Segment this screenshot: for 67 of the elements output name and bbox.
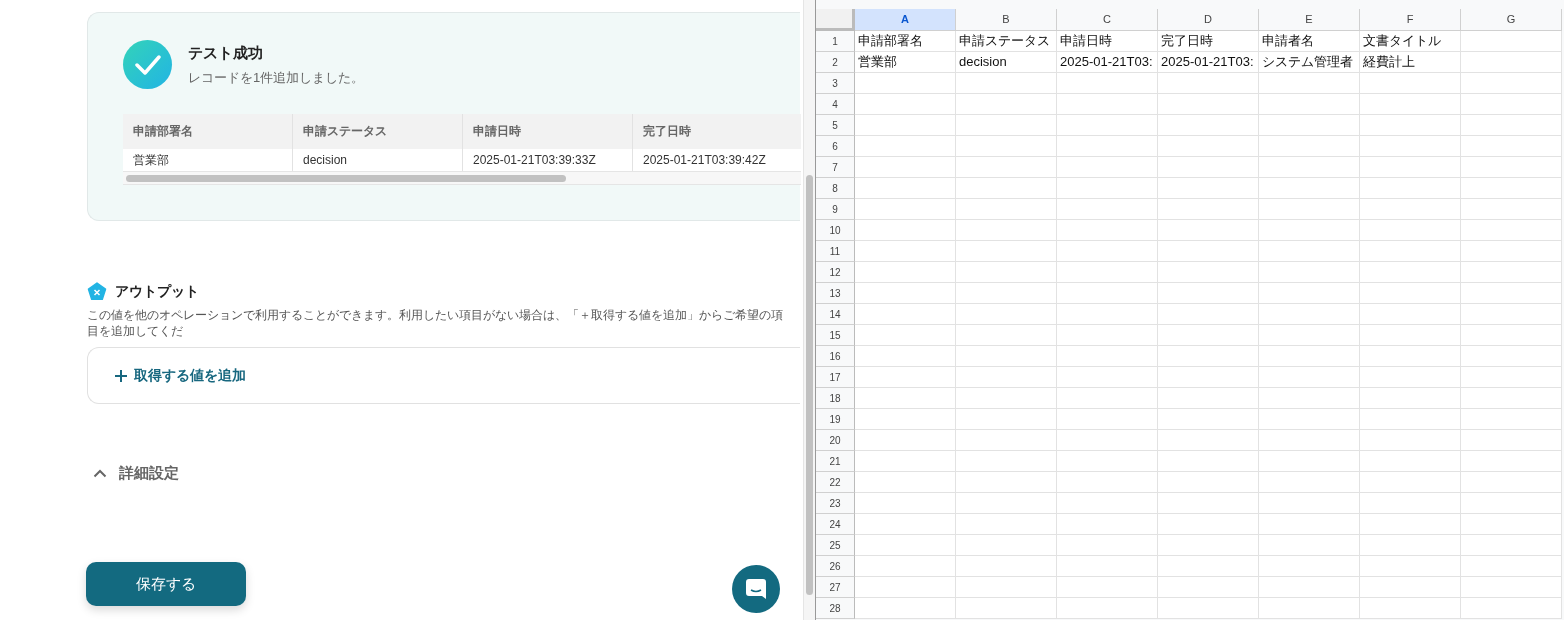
advanced-settings-toggle[interactable]: 詳細設定 <box>87 462 179 485</box>
spreadsheet-cell[interactable]: 申請者名 <box>1259 31 1360 52</box>
row-number[interactable]: 22 <box>816 472 855 493</box>
row-number[interactable]: 4 <box>816 94 855 115</box>
spreadsheet-cell[interactable]: decision <box>956 52 1057 73</box>
chevron-icon <box>93 468 107 478</box>
column-header: 完了日時 <box>633 114 801 149</box>
row-number[interactable]: 7 <box>816 157 855 178</box>
column-header[interactable]: E <box>1259 9 1360 31</box>
row-number[interactable]: 24 <box>816 514 855 535</box>
horizontal-scrollbar[interactable] <box>123 171 801 185</box>
row-number[interactable]: 6 <box>816 136 855 157</box>
row-number[interactable]: 10 <box>816 220 855 241</box>
spreadsheet-cell[interactable]: 経費計上 <box>1360 52 1461 73</box>
row-number[interactable]: 23 <box>816 493 855 514</box>
chat-button[interactable] <box>732 565 780 613</box>
section-title: アウトプット <box>115 282 199 301</box>
spreadsheet-cell[interactable]: 2025-01-21T03: <box>1057 52 1158 73</box>
column-header[interactable]: A <box>855 9 956 31</box>
check-icon <box>123 40 172 89</box>
column-header[interactable]: C <box>1057 9 1158 31</box>
row-number[interactable]: 17 <box>816 367 855 388</box>
row-number[interactable]: 3 <box>816 73 855 94</box>
row-number[interactable]: 15 <box>816 325 855 346</box>
spreadsheet-cell[interactable]: システム管理者 <box>1259 52 1360 73</box>
row-number[interactable]: 9 <box>816 199 855 220</box>
spreadsheet-cell[interactable]: 営業部 <box>855 52 956 73</box>
spreadsheet-cell[interactable]: 申請部署名 <box>855 31 956 52</box>
row-number[interactable]: 27 <box>816 577 855 598</box>
row-number[interactable]: 21 <box>816 451 855 472</box>
row-number[interactable]: 14 <box>816 304 855 325</box>
result-title: テスト成功 <box>188 42 264 63</box>
row-number[interactable]: 19 <box>816 409 855 430</box>
column-header[interactable]: B <box>956 9 1057 31</box>
output-description: この値を他のオペレーションで利用することができます。利用したい項目がない場合は、「＋取得する値を追加」からご希望の項目を追加してくだ <box>87 308 784 340</box>
row-number[interactable]: 16 <box>816 346 855 367</box>
output-icon <box>87 281 107 302</box>
spreadsheet-cell[interactable]: 文書タイトル <box>1360 31 1461 52</box>
spreadsheet-cell[interactable]: 申請ステータス <box>956 31 1057 52</box>
row-number[interactable]: 20 <box>816 430 855 451</box>
save-button[interactable]: 保存する <box>86 562 246 606</box>
row-number[interactable]: 25 <box>816 535 855 556</box>
column-header[interactable]: F <box>1360 9 1461 31</box>
row-number[interactable]: 18 <box>816 388 855 409</box>
column-header: 申請部署名 <box>123 114 293 149</box>
chat-icon <box>745 578 767 600</box>
row-number[interactable]: 28 <box>816 598 855 619</box>
row-number[interactable]: 2 <box>816 52 855 73</box>
row-number[interactable]: 11 <box>816 241 855 262</box>
row-number[interactable]: 8 <box>816 178 855 199</box>
row-number[interactable]: 12 <box>816 262 855 283</box>
select-all-corner[interactable] <box>816 9 855 31</box>
row-number[interactable]: 13 <box>816 283 855 304</box>
plus-icon <box>114 368 128 383</box>
column-header[interactable]: D <box>1158 9 1259 31</box>
column-header[interactable]: G <box>1461 9 1562 31</box>
spreadsheet-cell[interactable]: 申請日時 <box>1057 31 1158 52</box>
result-message: レコードを1件追加しました。 <box>188 69 365 87</box>
scrollbar[interactable] <box>803 0 815 620</box>
row-number[interactable]: 26 <box>816 556 855 577</box>
row-number[interactable]: 5 <box>816 115 855 136</box>
spreadsheet-cell[interactable]: 完了日時 <box>1158 31 1259 52</box>
row-number[interactable]: 1 <box>816 31 855 52</box>
add-value-button[interactable]: 取得する値を追加 <box>114 365 246 387</box>
column-header: 申請ステータス <box>293 114 463 149</box>
column-header: 申請日時 <box>463 114 633 149</box>
spreadsheet-cell[interactable]: 2025-01-21T03: <box>1158 52 1259 73</box>
